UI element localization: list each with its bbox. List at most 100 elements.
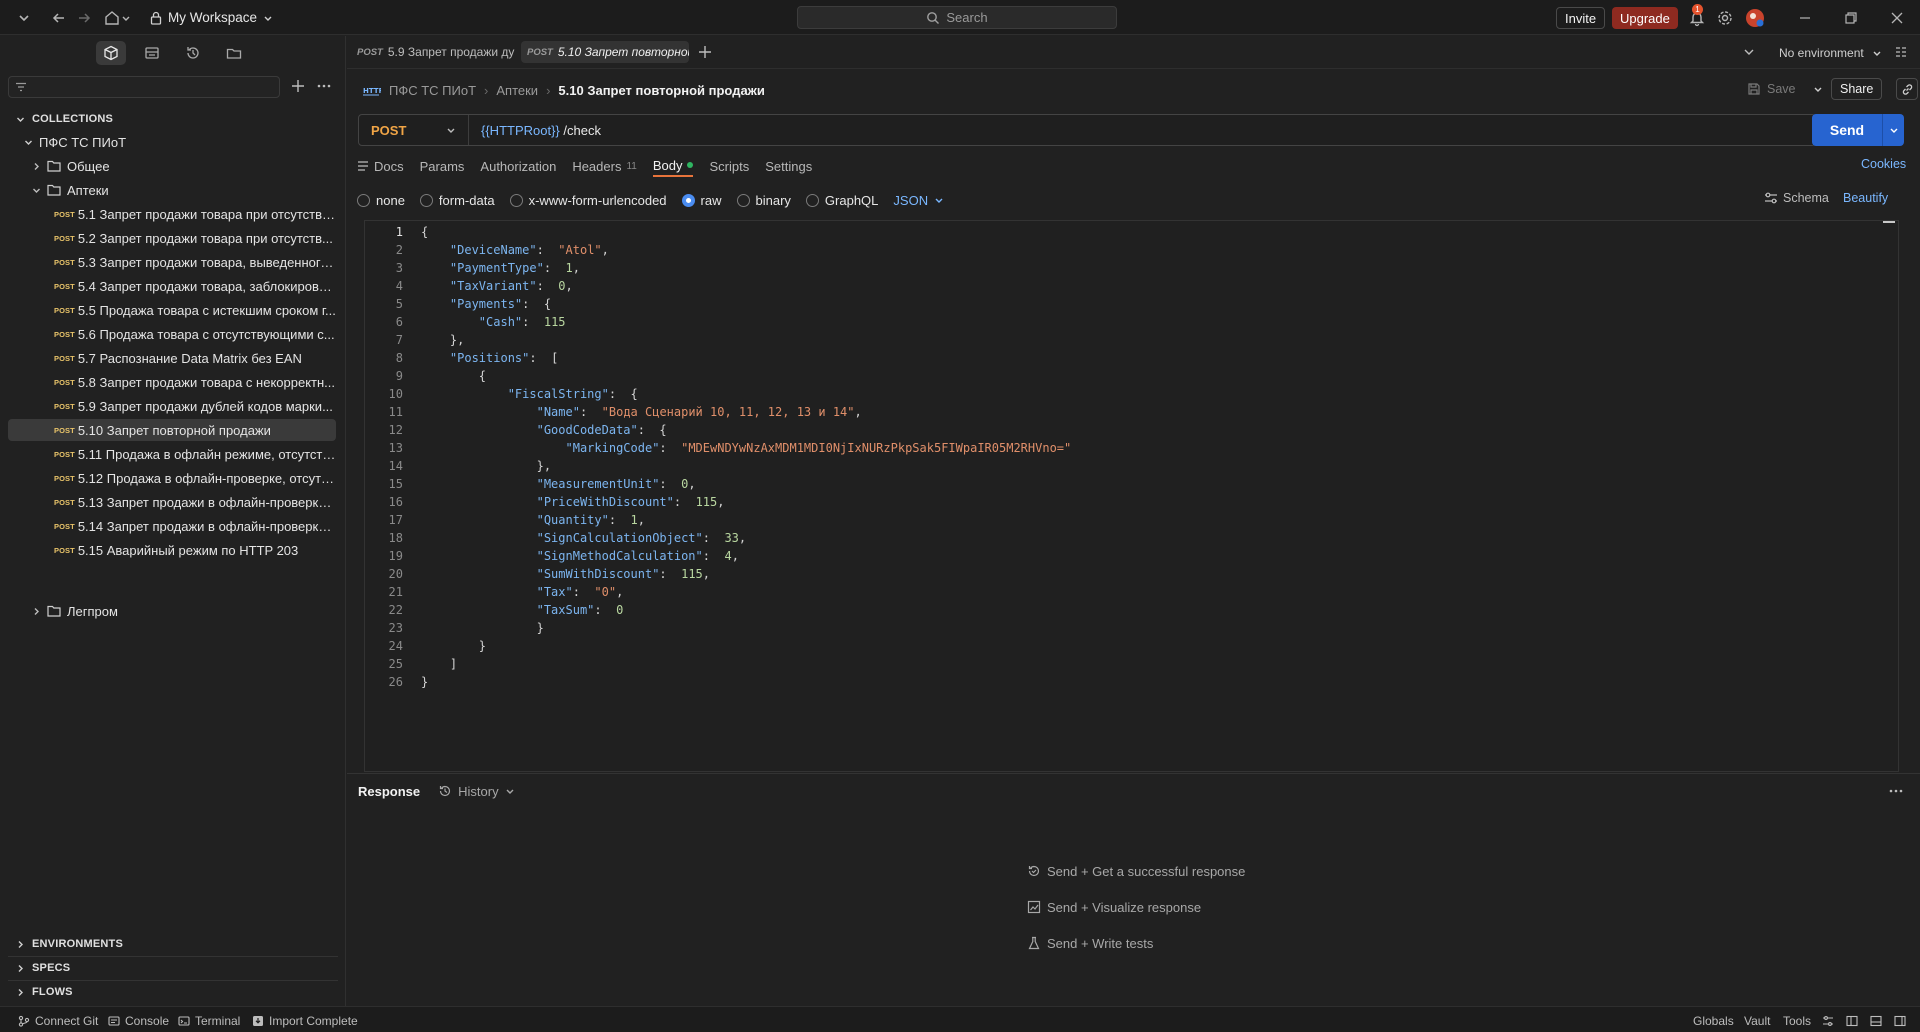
two-pane-layout-icon[interactable] bbox=[1846, 1013, 1858, 1029]
vault-button[interactable]: Vault bbox=[1744, 1013, 1770, 1029]
minimize-icon[interactable] bbox=[1796, 9, 1814, 27]
workspace-switcher[interactable]: My Workspace bbox=[150, 8, 273, 27]
tab-body[interactable]: Body bbox=[652, 158, 694, 177]
sidebar-request-item[interactable]: POST 5.3 Запрет продажи товара, выведенно… bbox=[8, 251, 336, 273]
sidebar-request-item[interactable]: POST 5.15 Аварийный режим по HTTP 203 bbox=[8, 539, 336, 561]
line-number: 16 bbox=[388, 495, 403, 509]
chevron-down-icon[interactable] bbox=[1812, 83, 1824, 95]
status-label: Import Complete bbox=[269, 1014, 358, 1028]
invite-button[interactable]: Invite bbox=[1556, 7, 1606, 29]
environment-quicklook-icon[interactable] bbox=[1894, 45, 1908, 59]
files-tab-icon[interactable] bbox=[219, 41, 249, 65]
body-format-select[interactable]: JSON bbox=[893, 193, 944, 208]
new-tab-plus-icon[interactable] bbox=[697, 44, 713, 60]
history-tab-icon[interactable] bbox=[178, 41, 208, 65]
tab-settings[interactable]: Settings bbox=[765, 159, 812, 176]
send-options-chevron-icon[interactable] bbox=[1882, 114, 1904, 146]
sidebar-request-item[interactable]: POST 5.7 Распознание Data Matrix без EAN bbox=[8, 347, 336, 369]
editor-scrollbar[interactable] bbox=[1883, 221, 1895, 223]
home-chevron-icon[interactable] bbox=[120, 9, 132, 27]
sidebar-request-item[interactable]: POST 5.5 Продажа товара с истекшим сроком… bbox=[8, 299, 336, 321]
sidebar-request-item[interactable]: POST 5.11 Продажа в офлайн режиме, отсутс… bbox=[8, 443, 336, 465]
bottom-pane-layout-icon[interactable] bbox=[1870, 1013, 1882, 1029]
forward-arrow-icon[interactable] bbox=[75, 9, 93, 27]
body-editor[interactable]: 1 {2 "DeviceName": "Atol", 3 "PaymentType"… bbox=[364, 220, 1899, 772]
radio-urlencoded[interactable]: x-www-form-urlencoded bbox=[509, 193, 667, 208]
collection-root[interactable]: ПФС ТС ПИоТ bbox=[24, 131, 126, 153]
console-button[interactable]: Console bbox=[108, 1013, 169, 1029]
tab-request-5-9[interactable]: POST 5.9 Запрет продажи ду bbox=[351, 41, 517, 63]
breadcrumb-folder[interactable]: Аптеки bbox=[496, 83, 538, 98]
tab-scripts[interactable]: Scripts bbox=[709, 159, 749, 176]
sidebar-request-item[interactable]: POST 5.10 Запрет повторной продажи bbox=[8, 419, 336, 441]
folder-pharmacies[interactable]: Аптеки bbox=[32, 179, 109, 201]
environments-tab-icon[interactable] bbox=[137, 41, 167, 65]
folder-general[interactable]: Общее bbox=[32, 155, 110, 177]
collections-tab-icon[interactable] bbox=[96, 41, 126, 65]
radio-label: GraphQL bbox=[824, 192, 879, 208]
sidebar-request-item[interactable]: POST 5.9 Запрет продажи дублей кодов марк… bbox=[8, 395, 336, 417]
response-more-icon[interactable] bbox=[1888, 783, 1904, 799]
sidebar-request-item[interactable]: POST 5.8 Запрет продажи товара с некоррек… bbox=[8, 371, 336, 393]
sidebar-request-item[interactable]: POST 5.14 Запрет продажи в офлайн-проверк… bbox=[8, 515, 336, 537]
flows-section-header[interactable]: FLOWS bbox=[16, 984, 73, 1000]
avatar[interactable] bbox=[1745, 8, 1765, 28]
sidebar-request-item[interactable]: POST 5.12 Продажа в офлайн-проверке, отсу… bbox=[8, 467, 336, 489]
radio-form-data[interactable]: form-data bbox=[419, 193, 495, 208]
send-button[interactable]: Send bbox=[1812, 114, 1904, 146]
import-icon bbox=[253, 1016, 263, 1026]
tabs-overflow-chevron-icon[interactable] bbox=[1742, 45, 1756, 59]
beautify-button[interactable]: Beautify bbox=[1843, 191, 1888, 205]
radio-none[interactable]: none bbox=[357, 193, 405, 208]
environment-selector[interactable]: No environment bbox=[1779, 43, 1882, 63]
collections-section-header[interactable]: COLLECTIONS bbox=[16, 111, 113, 127]
terminal-button[interactable]: Terminal bbox=[178, 1013, 240, 1029]
environments-section-header[interactable]: ENVIRONMENTS bbox=[16, 936, 123, 952]
save-button[interactable]: Save bbox=[1747, 78, 1824, 100]
hint-write-tests[interactable]: Send + Write tests bbox=[1027, 934, 1153, 952]
globals-button[interactable]: Globals bbox=[1693, 1013, 1734, 1029]
schema-button[interactable]: Schema bbox=[1764, 191, 1829, 205]
sidebar-request-item[interactable]: POST 5.6 Продажа товара с отсутствующими … bbox=[8, 323, 336, 345]
share-button[interactable]: Share bbox=[1831, 78, 1883, 100]
connect-git-button[interactable]: Connect Git bbox=[18, 1013, 98, 1029]
tab-params[interactable]: Params bbox=[420, 159, 465, 176]
gear-icon[interactable] bbox=[1716, 9, 1734, 27]
breadcrumb-collection[interactable]: ПФС ТС ПИоТ bbox=[389, 83, 476, 98]
sidebar-request-item[interactable]: POST 5.4 Запрет продажи товара, заблокиро… bbox=[8, 275, 336, 297]
hint-visualize-response[interactable]: Send + Visualize response bbox=[1027, 898, 1201, 916]
settings-sliders-icon[interactable] bbox=[1822, 1013, 1834, 1029]
tab-docs[interactable]: Docs bbox=[357, 159, 404, 176]
sidebar-request-item[interactable]: POST 5.2 Запрет продажи товара при отсутс… bbox=[8, 227, 336, 249]
home-icon[interactable] bbox=[103, 9, 121, 27]
cookies-link[interactable]: Cookies bbox=[1861, 157, 1906, 171]
radio-binary[interactable]: binary bbox=[736, 193, 791, 208]
folder-light-industry[interactable]: Легпром bbox=[32, 600, 118, 622]
sidebar-request-item[interactable]: POST 5.13 Запрет продажи в офлайн-проверк… bbox=[8, 491, 336, 513]
tab-request-5-10[interactable]: POST 5.10 Запрет повторной bbox=[521, 41, 689, 63]
hint-successful-response[interactable]: Send + Get a successful response bbox=[1027, 862, 1245, 880]
history-dropdown[interactable]: History bbox=[438, 784, 514, 799]
back-arrow-icon[interactable] bbox=[50, 9, 68, 27]
search-bar[interactable]: Search bbox=[797, 6, 1117, 29]
right-pane-layout-icon[interactable] bbox=[1894, 1013, 1906, 1029]
tab-authorization[interactable]: Authorization bbox=[480, 159, 556, 176]
more-options-icon[interactable] bbox=[316, 78, 332, 94]
close-icon[interactable] bbox=[1888, 9, 1906, 27]
app-menu-chevron-icon[interactable] bbox=[15, 9, 33, 27]
tab-headers[interactable]: Headers 11 bbox=[572, 159, 637, 176]
copy-link-icon[interactable] bbox=[1896, 78, 1918, 100]
sidebar-request-item[interactable]: POST 5.1 Запрет продажи товара при отсутс… bbox=[8, 203, 336, 225]
radio-raw[interactable]: raw bbox=[681, 193, 722, 208]
radio-graphql[interactable]: GraphQL bbox=[805, 192, 879, 208]
import-status[interactable]: Import Complete bbox=[252, 1013, 358, 1029]
upgrade-button[interactable]: Upgrade bbox=[1612, 7, 1678, 29]
method-select[interactable]: POST bbox=[359, 115, 469, 145]
filter-input[interactable] bbox=[8, 76, 280, 98]
restore-icon[interactable] bbox=[1842, 9, 1860, 27]
response-tab[interactable]: Response bbox=[358, 784, 420, 799]
tools-button[interactable]: Tools bbox=[1783, 1013, 1811, 1029]
specs-section-header[interactable]: SPECS bbox=[16, 960, 70, 976]
plus-icon[interactable] bbox=[290, 78, 306, 94]
url-input[interactable]: {{HTTPRoot}} /check bbox=[469, 123, 601, 138]
